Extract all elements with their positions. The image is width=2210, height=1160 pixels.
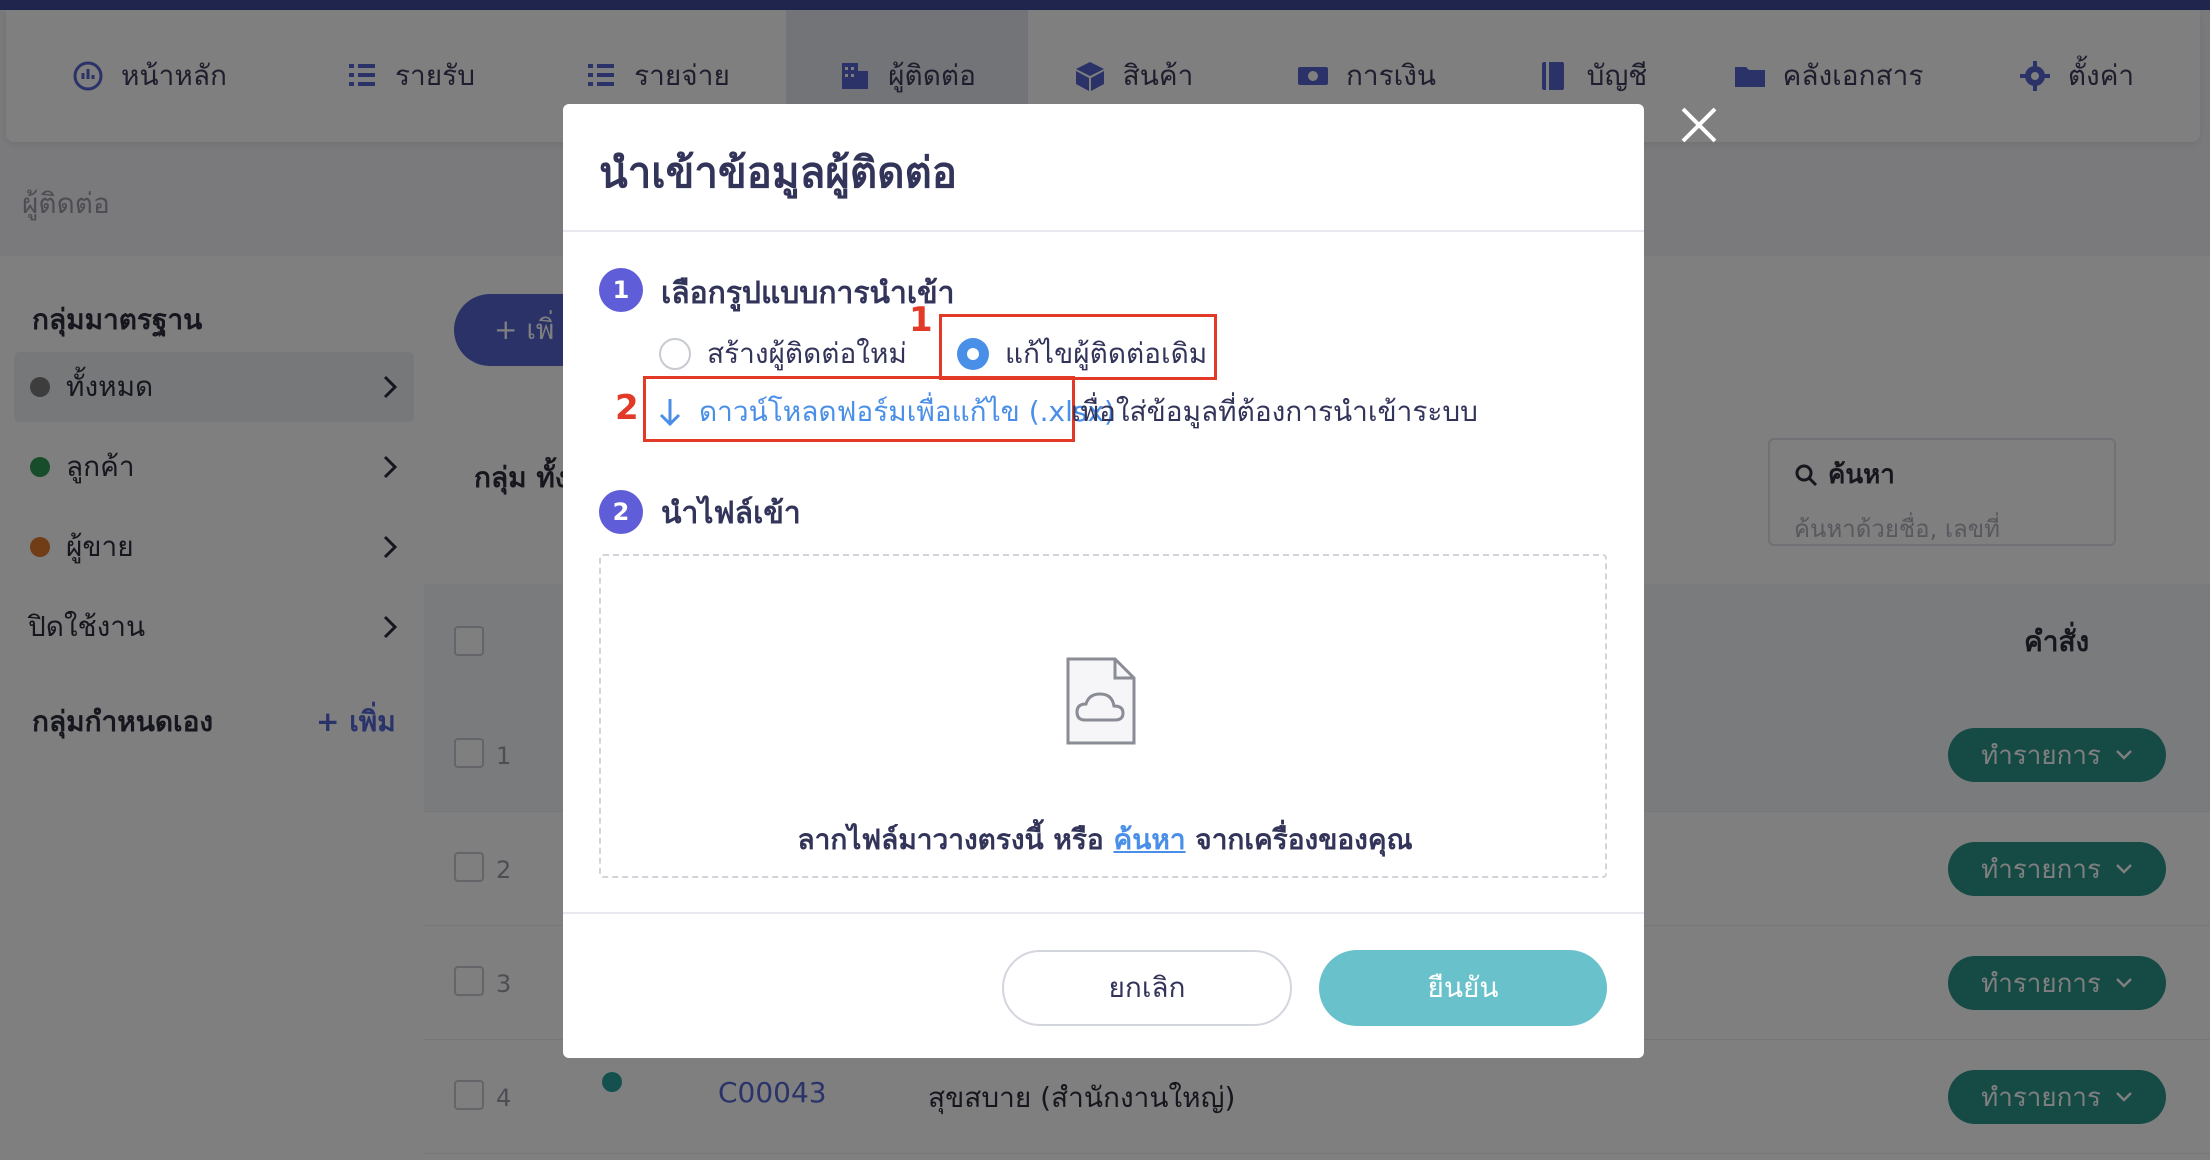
step-2-label: นำไฟล์เข้า — [661, 496, 801, 531]
cancel-button[interactable]: ยกเลิก — [1002, 950, 1292, 1026]
import-contacts-dialog: นำเข้าข้อมูลผู้ติดต่อ 1 เลือกรูปแบบการนำ… — [563, 104, 1644, 1058]
option-create-new[interactable]: สร้างผู้ติดต่อใหม่ — [659, 332, 907, 376]
download-hint-text: เพื่อใส่ข้อมูลที่ต้องการนำเข้าระบบ — [1071, 395, 1478, 428]
dropzone-text: ลากไฟล์มาวางตรงนี้ หรือ ค้นหา จากเครื่อง… — [601, 818, 1609, 862]
close-icon[interactable] — [1680, 106, 1718, 144]
option-edit-existing[interactable]: แก้ไขผู้ติดต่อเดิม — [957, 332, 1207, 376]
annotation-number-2: 2 — [615, 388, 639, 428]
option-create-new-label: สร้างผู้ติดต่อใหม่ — [707, 337, 907, 370]
dropzone-text-before: ลากไฟล์มาวางตรงนี้ หรือ — [797, 823, 1114, 856]
download-form-link[interactable]: ดาวน์โหลดฟอร์มเพื่อแก้ไข (.xlsx) — [657, 390, 1115, 434]
download-form-label[interactable]: ดาวน์โหลดฟอร์มเพื่อแก้ไข (.xlsx) — [699, 390, 1115, 434]
step-2-badge: 2 — [599, 490, 643, 534]
dialog-title: นำเข้าข้อมูลผู้ติดต่อ — [599, 148, 957, 197]
step-1-badge: 1 — [599, 268, 643, 312]
dropzone-text-after: จากเครื่องของคุณ — [1185, 823, 1413, 856]
radio-edit-existing[interactable] — [957, 338, 989, 370]
option-edit-existing-label: แก้ไขผู้ติดต่อเดิม — [1005, 337, 1208, 370]
footer-divider — [563, 912, 1644, 914]
cloud-file-icon — [1066, 657, 1136, 745]
header-divider — [563, 230, 1644, 232]
file-dropzone[interactable]: ลากไฟล์มาวางตรงนี้ หรือ ค้นหา จากเครื่อง… — [599, 554, 1607, 878]
browse-files-link[interactable]: ค้นหา — [1113, 823, 1185, 856]
annotation-number-1: 1 — [909, 300, 933, 340]
arrow-down-icon — [659, 399, 681, 427]
radio-create-new[interactable] — [659, 338, 691, 370]
confirm-button[interactable]: ยืนยัน — [1319, 950, 1607, 1026]
